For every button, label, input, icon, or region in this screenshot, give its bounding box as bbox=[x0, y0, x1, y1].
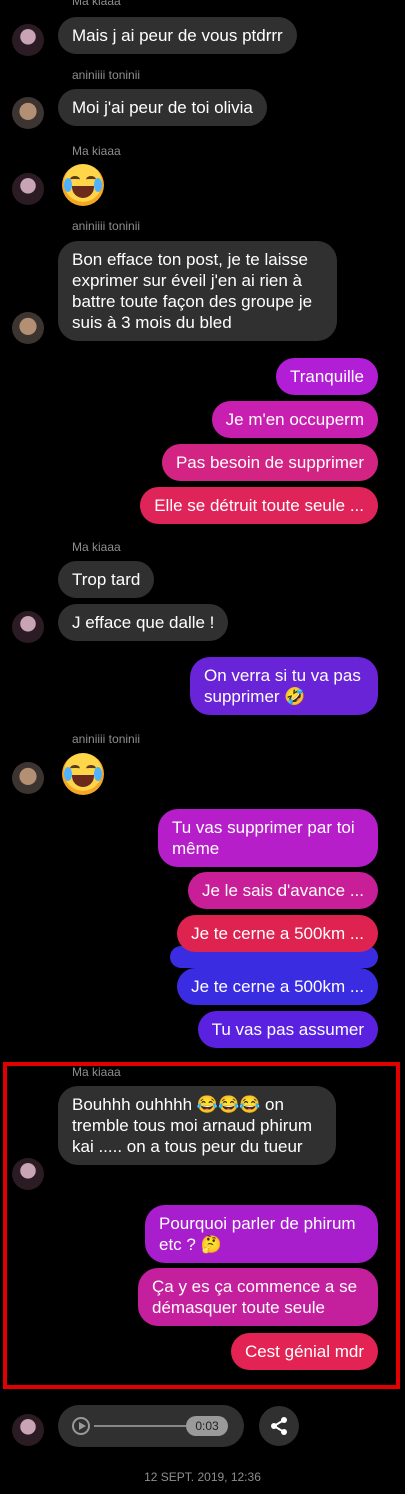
message-bubble[interactable]: Trop tard bbox=[58, 561, 155, 598]
sender-name: aniniiii toninii bbox=[72, 732, 141, 746]
message-bubble[interactable]: Ça y es ça commence a se démasquer toute… bbox=[138, 1268, 378, 1326]
avatar[interactable] bbox=[12, 97, 44, 129]
message-bubble[interactable]: Je m'en occuperm bbox=[211, 401, 378, 438]
avatar[interactable] bbox=[12, 1414, 44, 1446]
message-bubble[interactable]: Je te cerne a 500km ... bbox=[177, 915, 378, 952]
message-bubble[interactable]: J efface que dalle ! bbox=[58, 604, 229, 641]
message-bubble[interactable]: Mais j ai peur de vous ptdrrr bbox=[58, 17, 297, 54]
share-icon[interactable] bbox=[259, 1406, 299, 1446]
message-bubble[interactable]: Pas besoin de supprimer bbox=[161, 444, 378, 481]
sender-name: Ma kiaaa bbox=[72, 540, 121, 554]
audio-progress-track[interactable] bbox=[94, 1425, 190, 1427]
message-bubble[interactable]: Je le sais d'avance ... bbox=[188, 872, 378, 909]
message-bubble[interactable]: Tu vas supprimer par toi même bbox=[158, 809, 378, 867]
avatar[interactable] bbox=[12, 312, 44, 344]
sender-name: Ma kiaaa bbox=[72, 0, 121, 8]
play-icon[interactable] bbox=[72, 1417, 90, 1435]
sender-name: aniniiii toninii bbox=[72, 68, 141, 82]
message-bubble[interactable]: Tranquille bbox=[275, 358, 378, 395]
sender-name: Ma kiaaa bbox=[72, 1065, 121, 1079]
message-bubble[interactable]: Bon efface ton post, je te laisse exprim… bbox=[58, 241, 337, 341]
sender-name: Ma kiaaa bbox=[72, 144, 121, 158]
message-bubble[interactable]: On verra si tu va pas supprimer 🤣 bbox=[190, 657, 378, 715]
avatar[interactable] bbox=[12, 1158, 44, 1190]
sender-name: aniniiii toninii bbox=[72, 219, 141, 233]
message-bubble[interactable]: Bouhhh ouhhhh 😂😂😂 on tremble tous moi ar… bbox=[58, 1086, 336, 1165]
avatar[interactable] bbox=[12, 611, 44, 643]
laughing-emoji-icon[interactable] bbox=[62, 753, 104, 795]
message-bubble[interactable]: Je te cerne a 500km ... bbox=[177, 968, 378, 1005]
timestamp: 12 SEPT. 2019, 12:36 bbox=[144, 1470, 261, 1484]
voice-message[interactable]: 0:03 bbox=[58, 1405, 244, 1447]
audio-duration: 0:03 bbox=[186, 1416, 228, 1436]
message-bubble[interactable]: Elle se détruit toute seule ... bbox=[140, 487, 378, 524]
avatar[interactable] bbox=[12, 24, 44, 56]
message-bubble[interactable]: Cest génial mdr bbox=[230, 1333, 378, 1370]
message-bubble[interactable]: Tu vas pas assumer bbox=[197, 1011, 378, 1048]
laughing-emoji-icon[interactable] bbox=[62, 164, 104, 206]
avatar[interactable] bbox=[12, 173, 44, 205]
avatar[interactable] bbox=[12, 762, 44, 794]
message-bubble[interactable]: Pourquoi parler de phirum etc ? 🤔 bbox=[145, 1205, 378, 1263]
message-bubble[interactable]: Moi j'ai peur de toi olivia bbox=[58, 89, 267, 126]
